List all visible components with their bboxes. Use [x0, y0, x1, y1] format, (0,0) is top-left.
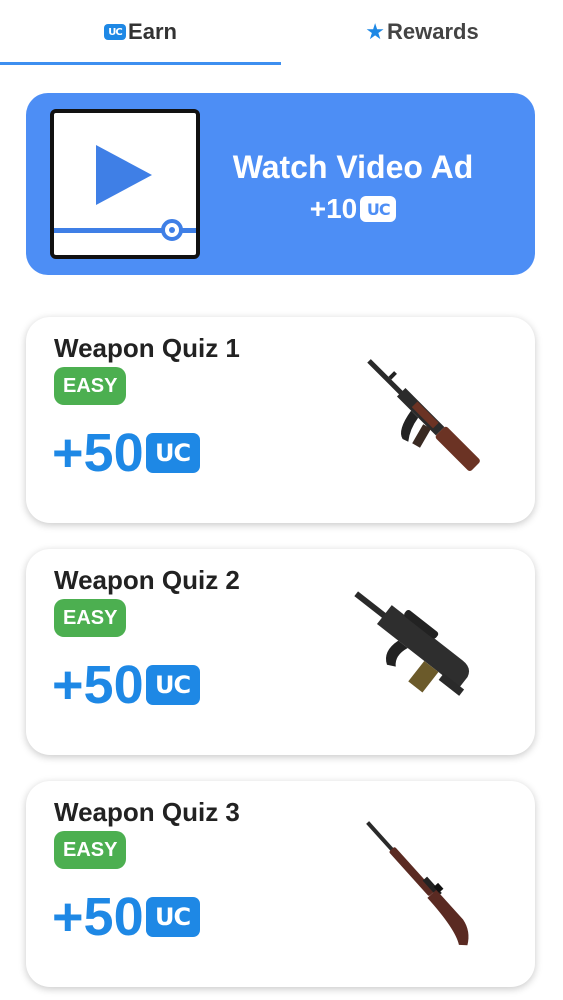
difficulty-badge: EASY — [54, 599, 127, 637]
play-video-icon — [50, 109, 200, 259]
tab-earn-label: Earn — [128, 19, 177, 44]
quiz-title: Weapon Quiz 2 — [54, 565, 240, 595]
quiz-card-3[interactable]: Weapon Quiz 3 EASY +50 UC — [26, 781, 535, 987]
star-icon: ★ — [365, 19, 385, 44]
quiz-reward-amount: +50 — [52, 887, 144, 947]
uc-currency-icon: UC — [145, 433, 200, 473]
quiz-reward: +50 UC — [52, 654, 200, 716]
tab-earn[interactable]: UC Earn — [0, 0, 281, 64]
difficulty-badge: EASY — [54, 831, 127, 869]
quiz-card-1[interactable]: Weapon Quiz 1 EASY +50 UC — [26, 317, 535, 523]
tab-rewards[interactable]: ★ Rewards — [281, 0, 563, 64]
quiz-reward: +50 UC — [52, 422, 200, 484]
uc-currency-icon: UC — [145, 665, 200, 705]
tab-rewards-label: Rewards — [387, 19, 479, 44]
difficulty-badge: EASY — [54, 367, 127, 405]
uc-currency-icon: UC — [360, 196, 397, 222]
ad-title: Watch Video Ad — [232, 149, 474, 185]
ad-reward-amount: +10 — [309, 193, 358, 224]
ad-reward: +10 UC — [208, 193, 498, 225]
uc-currency-icon: UC — [145, 897, 200, 937]
bullpup-rifle-icon — [332, 569, 502, 744]
quiz-title: Weapon Quiz 1 — [54, 333, 240, 363]
bolt-action-rifle-icon — [338, 807, 508, 972]
quiz-reward-amount: +50 — [52, 655, 144, 715]
quiz-card-2[interactable]: Weapon Quiz 2 EASY +50 UC — [26, 549, 535, 755]
tab-bar: UC Earn ★ Rewards — [0, 0, 563, 66]
uc-currency-icon: UC — [104, 24, 127, 40]
quiz-title: Weapon Quiz 3 — [54, 797, 240, 827]
active-tab-indicator — [0, 62, 281, 65]
assault-rifle-icon — [346, 347, 496, 502]
quiz-reward: +50 UC — [52, 886, 200, 948]
quiz-reward-amount: +50 — [52, 423, 144, 483]
watch-video-ad-button[interactable]: Watch Video Ad +10 UC — [26, 93, 535, 275]
